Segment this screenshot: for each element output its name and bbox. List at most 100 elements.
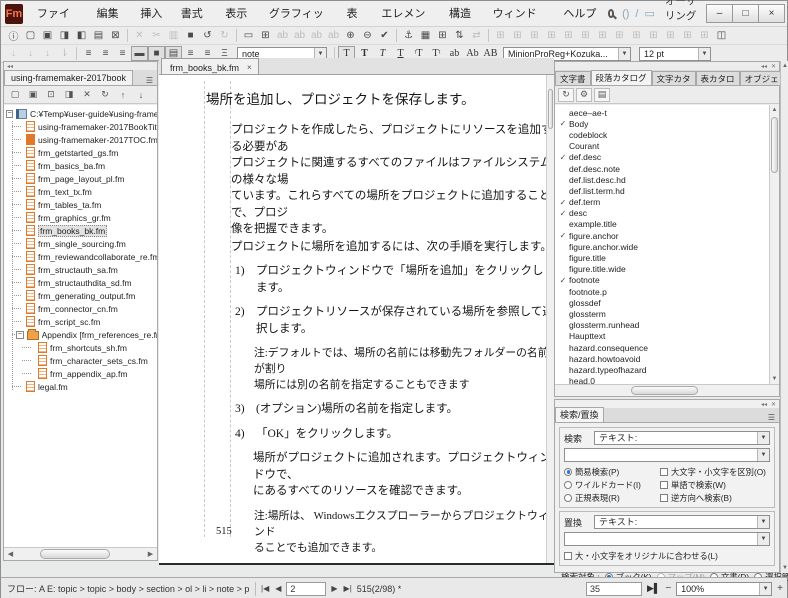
table-row[interactable]: frm_appendix_ap.fm [4,367,157,380]
menu-1[interactable]: 編集(E) [89,1,133,27]
move-down-icon[interactable]: ↓ [133,88,149,102]
undo-icon[interactable]: ↺ [199,28,216,43]
table-row[interactable]: −Appendix [frm_references_re.fm] [4,328,157,341]
font-size-dropdown[interactable]: 12 pt▼ [639,47,711,61]
table-row[interactable]: frm_books_bk.fm [4,224,157,237]
delete-file-icon[interactable]: ✕ [79,88,95,102]
close-icon[interactable]: × [247,63,252,72]
list-item[interactable]: figure.anchor.wide [557,241,779,252]
tab-表カタロ[interactable]: 表カタロ [696,71,740,85]
anchor-icon[interactable]: ⚓ [400,28,417,43]
table-row[interactable]: frm_structauthdita_sd.fm [4,276,157,289]
color-icon[interactable]: ■ [182,28,199,43]
insert-table-icon[interactable]: ⊞ [434,28,451,43]
list-item[interactable]: aece–ae-t [557,107,779,118]
panel-collapse-icon[interactable]: ◂◂ [761,401,767,408]
scroll-right-icon[interactable]: ▶ [144,550,157,558]
align-left-icon[interactable]: ≡ [80,46,97,61]
list-item[interactable]: ✓def.term [557,197,779,208]
collapse-icon[interactable]: − [6,110,13,118]
lock-icon[interactable]: ⊠ [107,28,124,43]
list-item[interactable]: glossterm [557,308,779,319]
table-row[interactable]: frm_structauth_sa.fm [4,263,157,276]
code-view-icon[interactable]: () [622,8,629,20]
last-page-button[interactable]: ▶| [343,584,353,593]
document-page[interactable]: 場所を追加し、プロジェクトを保存します。プロジェクトを作成したら、プロジェクトに… [159,75,554,563]
dock-vscrollbar[interactable]: ▲▼ [780,61,788,573]
scroll-up-icon[interactable]: ▲ [770,105,779,115]
numbering-icon[interactable]: ⊞ [257,28,274,43]
find-mode-radio[interactable]: 正規表現(R) [564,491,660,504]
table-row[interactable]: frm_character_sets_cs.fm [4,354,157,367]
update-book-icon[interactable]: ↻ [97,88,113,102]
collapse-icon[interactable]: − [16,331,24,339]
match-original-case-checkbox[interactable]: 大・小文字をオリジナルに合わせる(L) [564,549,770,562]
minimize-button[interactable]: – [706,4,733,23]
crop-view-icon[interactable]: ▭ [644,7,654,20]
restore-button[interactable]: □ [732,4,759,23]
scroll-up-icon[interactable]: ▲ [782,63,788,69]
panel-menu-icon[interactable]: ☰ [764,413,779,422]
find-mode-radio[interactable]: ワイルドカード(I) [564,478,660,491]
exclude-file-icon[interactable]: ▣ [25,88,41,102]
panel-collapse-icon[interactable]: ◂◂ [7,63,13,70]
next-page-button[interactable]: ▶ [330,584,338,593]
find-type-dropdown[interactable]: テキスト:▼ [594,431,770,445]
print-icon[interactable]: ▤ [90,28,107,43]
zoom-out-button[interactable]: − [665,583,671,594]
keyboard-icon[interactable]: ▦ [417,28,434,43]
menu-0[interactable]: ファイル(F) [29,1,89,27]
menu-5[interactable]: グラフィック(G) [261,1,339,27]
save-icon[interactable]: ◨ [56,28,73,43]
menu-4[interactable]: 表示(V) [217,1,261,27]
find-mode-radio[interactable]: 簡易検索(P) [564,465,660,478]
help-icon[interactable]: ⓘ [5,28,22,43]
close-button[interactable]: × [758,4,785,23]
zoom-out-icon[interactable]: ⊖ [359,28,376,43]
panel-close-icon[interactable]: ✕ [771,63,776,70]
list-item[interactable]: hazard.typeofhazard [557,364,779,375]
new-document-icon[interactable]: ▢ [22,28,39,43]
save-book-icon[interactable]: ◨ [61,88,77,102]
book-panel-tab[interactable]: using-framemaker-2017book [4,70,133,85]
find-text-input[interactable]: ▼ [564,448,770,462]
panel-menu-icon[interactable]: ☰ [142,76,157,85]
list-item[interactable]: ✓footnote [557,275,779,286]
table-row[interactable]: frm_tables_ta.fm [4,198,157,211]
table-row[interactable]: frm_shortcuts_sh.fm [4,341,157,354]
list-item[interactable]: ✓Body [557,118,779,129]
zoom-in-button[interactable]: + [777,583,783,594]
catalog-vscrollbar[interactable]: ▲ ▼ [769,105,779,384]
menu-9[interactable]: ウィンドウ(W) [485,1,556,27]
document-vscrollbar[interactable] [546,75,554,563]
menu-2[interactable]: 挿入(I) [132,1,172,27]
tab-段落カタログ[interactable]: 段落カタログ [591,70,652,85]
menu-6[interactable]: 表(T) [338,1,373,27]
menu-3[interactable]: 書式(O) [173,1,218,27]
list-item[interactable]: footnote.p [557,286,779,297]
list-item[interactable]: glossdef [557,297,779,308]
catalog-hscrollbar[interactable] [555,384,779,396]
status-number-input[interactable]: 35 [586,582,642,596]
menu-10[interactable]: ヘルプ(H) [555,1,607,27]
text-frame-icon[interactable]: ▭ [240,28,257,43]
search-icon[interactable] [608,9,614,18]
list-item[interactable]: Haupttext [557,331,779,342]
list-item[interactable]: def.list.term.hd [557,185,779,196]
scroll-down-icon[interactable]: ▼ [782,565,788,571]
table-row[interactable]: frm_single_sourcing.fm [4,237,157,250]
first-page-button[interactable]: |◀ [260,584,270,593]
menu-8[interactable]: 構造(S) [441,1,485,27]
list-item[interactable]: ✓desc [557,208,779,219]
spellcheck-icon[interactable]: ✔ [376,28,393,43]
find-flag-checkbox[interactable]: 大文字・小文字を区別(O) [660,465,766,478]
tab-オブジェ[interactable]: オブジェ [740,71,784,85]
flow-nav-icon[interactable]: ▶▌ [647,583,660,594]
list-item[interactable]: figure.title.wide [557,264,779,275]
table-row[interactable]: legal.fm [4,380,157,393]
table-row[interactable]: frm_getstarted_gs.fm [4,146,157,159]
sort-icon[interactable]: ⇅ [451,28,468,43]
list-item[interactable]: def.desc.note [557,163,779,174]
list-item[interactable]: glossterm.runhead [557,320,779,331]
tab-文字書[interactable]: 文字書 [555,71,591,85]
